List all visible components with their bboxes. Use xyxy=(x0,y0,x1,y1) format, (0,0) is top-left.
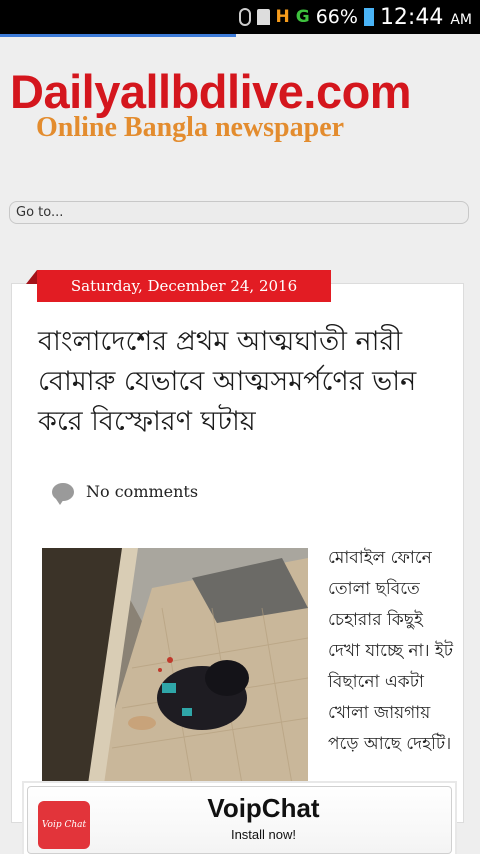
post-image[interactable] xyxy=(42,548,308,784)
status-icons: H G 66% 12:44 AM xyxy=(238,4,472,30)
clock-ampm: AM xyxy=(450,11,472,28)
comments-link[interactable]: No comments xyxy=(52,482,199,505)
bluetooth-icon xyxy=(238,8,251,26)
ad-banner[interactable]: Voip Chat VoipChat Install now! xyxy=(22,781,457,854)
sd-card-icon xyxy=(256,9,270,25)
ad-install-cta[interactable]: Install now! xyxy=(28,827,451,842)
site-subtitle: Online Bangla newspaper xyxy=(36,112,345,143)
network-type-g: G xyxy=(295,7,310,27)
status-bar: H G 66% 12:44 AM xyxy=(0,0,480,34)
ribbon-fold xyxy=(26,270,37,284)
post-photo xyxy=(42,548,308,784)
goto-menu-select[interactable]: Go to... xyxy=(9,201,469,224)
clock: 12:44 AM xyxy=(380,5,472,30)
ad-title: VoipChat xyxy=(207,793,320,823)
post-title[interactable]: বাংলাদেশের প্রথম আত্মঘাতী নারী বোমারু যে… xyxy=(38,322,448,442)
post-date: Saturday, December 24, 2016 xyxy=(37,270,331,302)
site-title[interactable]: Dailyallbdlive.com xyxy=(10,64,470,119)
battery-icon xyxy=(363,8,374,26)
comments-count: No comments xyxy=(86,482,199,501)
ad-button[interactable]: Voip Chat VoipChat Install now! xyxy=(27,786,452,854)
post-excerpt: মোবাইল ফোনে তোলা ছবিতে চেহারার কিছুই দেখ… xyxy=(328,548,454,754)
network-type-h: H xyxy=(275,7,290,27)
clock-time: 12:44 xyxy=(379,4,444,30)
battery-percent: 66% xyxy=(315,6,358,28)
comment-bubble-icon xyxy=(52,482,74,505)
page-load-progress xyxy=(0,34,236,37)
